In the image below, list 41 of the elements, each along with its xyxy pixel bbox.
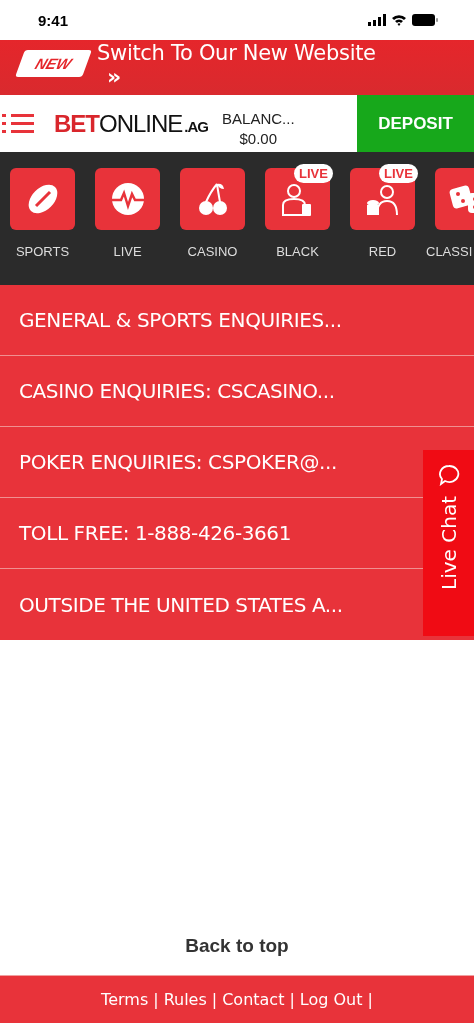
new-badge: NEW — [15, 50, 92, 77]
promo-banner[interactable]: NEW Switch To Our New Website » — [0, 40, 474, 95]
status-time: 9:41 — [38, 11, 69, 29]
live-chat-button[interactable]: Live Chat — [423, 450, 474, 636]
footer-link[interactable]: Terms — [101, 990, 149, 1009]
separator: | — [367, 990, 373, 1009]
category-label[interactable]: RED — [368, 244, 397, 259]
chat-bubble-icon — [437, 464, 460, 486]
category-label[interactable]: BLACK — [276, 244, 319, 259]
footer-link[interactable]: Contact — [222, 990, 285, 1009]
category-tile[interactable] — [180, 168, 245, 230]
separator: | — [289, 990, 295, 1009]
enquiry-line[interactable]: CASINO ENQUIRIES: CSCASINO... — [19, 379, 335, 403]
category-tile[interactable] — [95, 168, 160, 230]
live-badge: LIVE — [294, 164, 333, 183]
category-tile[interactable] — [10, 168, 75, 230]
separator: | — [211, 990, 218, 1009]
arrow-glyph: » — [107, 66, 123, 88]
enquiry-line[interactable]: OUTSIDE THE UNITED STATES A... — [19, 592, 343, 617]
live-badge: LIVE — [379, 164, 418, 183]
category-label[interactable]: CASINO — [187, 244, 238, 259]
enquiry-line[interactable]: TOLL FREE: 1-888-426-3661 — [19, 521, 291, 545]
footer-link[interactable]: Rules — [163, 990, 207, 1009]
category-label[interactable]: CLASSI — [426, 244, 473, 259]
enquiry-line[interactable]: POKER ENQUIRIES: CSPOKER@... — [19, 450, 337, 474]
menu-icon — [2, 111, 34, 136]
category-label[interactable]: LIVE — [113, 244, 142, 259]
balance-label: BALANC... — [222, 108, 295, 129]
battery-icon — [412, 14, 438, 26]
logo[interactable]: BETONLINE.AG — [54, 109, 209, 138]
footer-link[interactable]: Log Out — [299, 990, 363, 1009]
category-label[interactable]: SPORTS — [15, 244, 70, 259]
enquiry-line[interactable]: GENERAL & SPORTS ENQUIRIES... — [19, 308, 342, 332]
wifi-icon — [391, 14, 407, 26]
separator: | — [153, 990, 159, 1009]
back-to-top-link[interactable]: Back to top — [185, 935, 289, 957]
deposit-button[interactable]: DEPOSIT — [357, 95, 474, 152]
banner-text: Switch To Our New Website — [97, 40, 376, 66]
balance-amount: $0.00 — [239, 128, 278, 149]
signal-icon — [368, 14, 386, 26]
menu-button[interactable] — [0, 111, 34, 136]
